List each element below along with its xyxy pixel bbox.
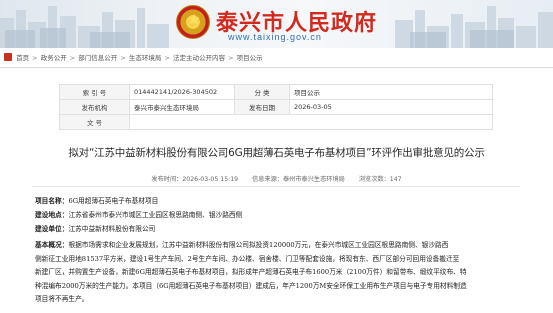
table-row: 文 号 <box>59 114 493 130</box>
category-value: 项目公示 <box>289 84 493 100</box>
info-source: 信息来源：泰州市泰兴生态环境局 <box>252 176 345 183</box>
summary-line: 项目将不再生产。 <box>35 295 89 303</box>
summary-paragraph: 基本概况：根据市场需求和企业发展规划，江苏中益新材料股份有限公司拟投资12000… <box>35 239 520 307</box>
article-title: 拟对“江苏中益新材料股份有限公司6G用超薄石英电子布基材项目”环评作出审批意见的… <box>68 147 485 159</box>
summary-line: 种混编布2000万米的生产能力。本项目（6G用超薄石英电子布基材项目）建成后，年… <box>35 281 467 290</box>
project-name-label: 项目名称： <box>35 197 69 205</box>
table-row: 索 引 号 014442141/2026-304502 分 类 项目公示 <box>59 84 493 100</box>
date-value: 2026-03-05 <box>289 99 493 115</box>
breadcrumb-department-info[interactable]: 部门信息公开 <box>78 54 117 62</box>
publisher-label: 发布机构 <box>59 99 130 115</box>
build-site-label: 建设地点： <box>35 211 69 219</box>
docno-value <box>129 114 493 130</box>
breadcrumb: 首页 > 政务公开 > 部门信息公开 > 生态环境局 > 法定主动公开内容 > … <box>0 48 553 68</box>
article-info: 发布时间：2026-03-05 15:19 信息来源：泰州市泰兴生态环境局 浏览… <box>0 174 553 183</box>
home-icon <box>4 53 12 61</box>
build-site-row: 建设地点：江苏省泰州市泰兴市城区工业园区根思路南侧、银沙路西侧 <box>35 209 242 219</box>
breadcrumb-separator: > <box>69 54 76 62</box>
summary-line: 新建厂区，并购置生产设备，新建6G用超薄石英电子布基材项目，拟形成年产超薄石英电… <box>35 268 467 276</box>
document-meta-table: 索 引 号 014442141/2026-304502 分 类 项目公示 发布机… <box>59 84 493 130</box>
build-unit-row: 建设单位：江苏中益新材料股份有限公司 <box>35 223 155 233</box>
view-count: 浏览次数：147 <box>358 176 402 183</box>
breadcrumb-eco-bureau[interactable]: 生态环境局 <box>129 54 162 62</box>
table-row: 发布机构 泰兴市泰兴生态环境局 发布日期 2026-03-05 <box>59 99 493 115</box>
publisher-value: 泰兴市泰兴生态环境局 <box>129 99 235 115</box>
national-emblem-icon: ★ <box>176 5 210 39</box>
breadcrumb-separator: > <box>228 54 234 62</box>
build-unit-value: 江苏中益新材料股份有限公司 <box>68 225 156 233</box>
summary-line: 侧新征工业用地81537平方米，建设1号生产车间、2号生产车间、办公楼、宿舍楼、… <box>35 254 460 263</box>
build-site-value: 江苏省泰州市泰兴市城区工业园区根思路南侧、银沙路西侧 <box>68 211 243 219</box>
summary-label: 基本概况： <box>35 241 69 249</box>
site-url: www.taixing.gov.cn <box>228 32 322 42</box>
date-label: 发布日期 <box>234 99 290 115</box>
divider <box>32 186 520 187</box>
header-banner: ★ 泰兴市人民政府 www.taixing.gov.cn <box>0 0 553 48</box>
docno-label: 文 号 <box>59 114 130 130</box>
publish-time: 发布时间：2026-03-05 15:19 <box>151 176 239 183</box>
breadcrumb-statutory-content[interactable]: 法定主动公开内容 <box>173 54 225 62</box>
index-value: 014442141/2026-304502 <box>129 84 235 100</box>
summary-line: 基本概况：根据市场需求和企业发展规划，江苏中益新材料股份有限公司拟投资12000… <box>35 241 449 249</box>
breadcrumb-separator: > <box>120 54 126 62</box>
breadcrumb-home[interactable]: 首页 <box>16 54 29 62</box>
category-label: 分 类 <box>234 84 290 100</box>
star-icon: ★ <box>187 12 201 28</box>
build-unit-label: 建设单位： <box>35 225 69 233</box>
project-name-row: 项目名称：6G用超薄石英电子布基材项目 <box>35 195 158 205</box>
breadcrumb-separator: > <box>32 54 38 62</box>
index-label: 索 引 号 <box>59 84 130 100</box>
breadcrumb-separator: > <box>164 54 170 62</box>
breadcrumb-gov-affairs[interactable]: 政务公开 <box>41 54 67 62</box>
breadcrumb-project-notice[interactable]: 项目公示 <box>237 54 263 62</box>
project-name-value: 6G用超薄石英电子布基材项目 <box>68 197 159 205</box>
